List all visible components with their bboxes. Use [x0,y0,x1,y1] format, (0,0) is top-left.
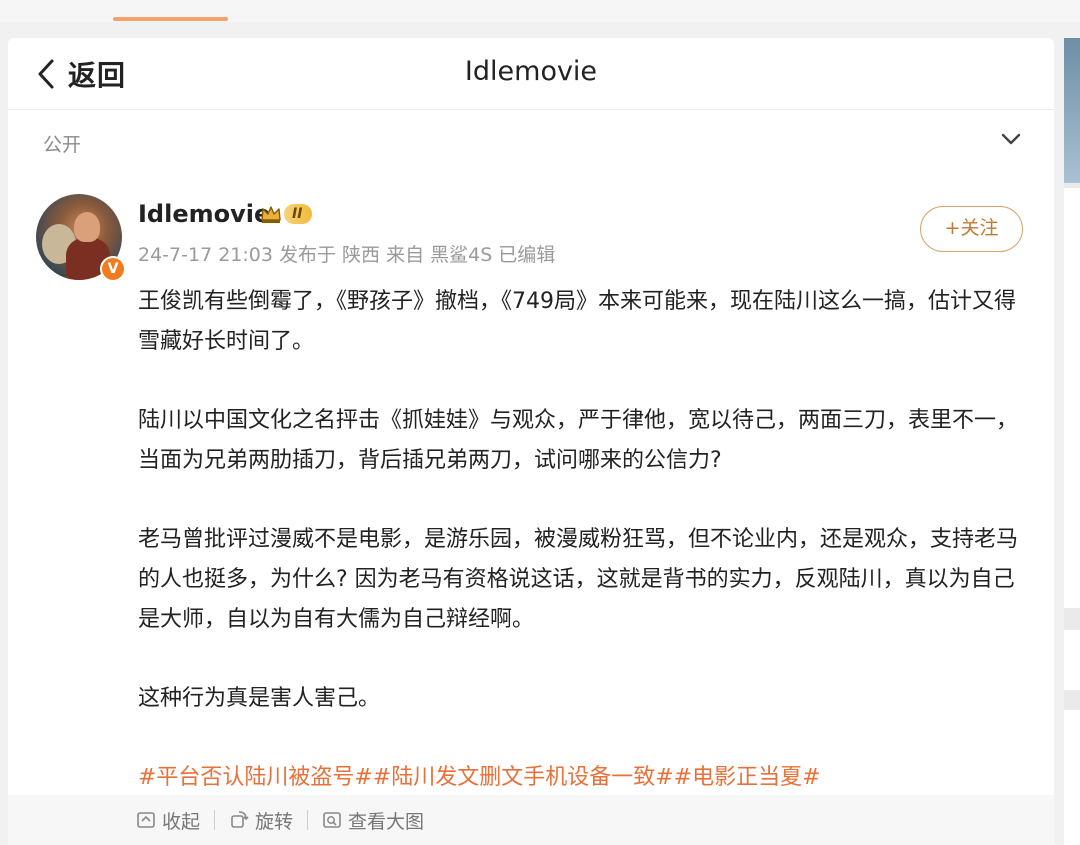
level-label: II [284,204,313,224]
divider [214,810,216,830]
post-paragraph: 陆川以中国文化之名抨击《抓娃娃》与观众，严于律他，宽以待己，两面三刀，表里不一，… [138,408,1019,473]
background-column [1064,38,1080,845]
page-title: Idlemovie [464,56,598,87]
rotate-icon [231,811,249,828]
view-large-image-button[interactable]: 查看大图 [322,807,424,834]
rotate-button[interactable]: 旋转 [229,807,293,834]
image-toolbar: 收起 旋转 查看大图 [8,795,1054,845]
chevron-down-icon[interactable] [1000,132,1022,146]
post-paragraph: 老马曾批评过漫威不是电影，是游乐园，被漫威粉狂骂，但不论业内，还是观众，支持老马… [138,527,1019,632]
background-card [1064,188,1080,608]
avatar-container[interactable]: V [36,194,126,282]
crown-icon [261,206,281,223]
rotate-label: 旋转 [255,810,294,833]
background-card [1064,630,1080,690]
level-badge[interactable]: II [260,202,313,226]
view-large-image-icon [323,812,341,828]
collapse-label: 收起 [162,810,201,833]
background-card [1064,710,1080,845]
verified-badge: V [100,256,126,282]
background-image [1064,38,1080,183]
follow-button[interactable]: +关注 [920,206,1023,252]
hashtags[interactable]: #平台否认陆川被盗号##陆川发文删文手机设备一致##电影正当夏# [138,758,1028,798]
post-card: 返回 Idlemovie 公开 V Idlemovie II 24-7-17 2… [8,38,1054,845]
collapse-button[interactable]: 收起 [136,807,200,834]
divider [307,810,309,830]
post-meta: 24-7-17 21:03 发布于 陕西 来自 黑鲨4S 已编辑 [138,244,556,266]
avatar-face-shape [74,212,100,242]
view-large-image-label: 查看大图 [348,810,425,833]
username[interactable]: Idlemovie [138,200,270,228]
post-body: 王俊凯有些倒霉了，《野孩子》撤档，《749局》本来可能来，现在陆川这么一搞，估计… [138,282,1028,798]
post-paragraph: 王俊凯有些倒霉了，《野孩子》撤档，《749局》本来可能来，现在陆川这么一搞，估计… [138,289,1016,354]
collapse-icon [137,812,155,828]
active-tab-indicator [113,17,228,21]
visibility-label: 公开 [43,134,82,156]
post-paragraph: 这种行为真是害人害己。 [138,686,381,711]
visibility-row[interactable]: 公开 [8,110,1054,172]
nav-header: 返回 Idlemovie [8,38,1054,110]
